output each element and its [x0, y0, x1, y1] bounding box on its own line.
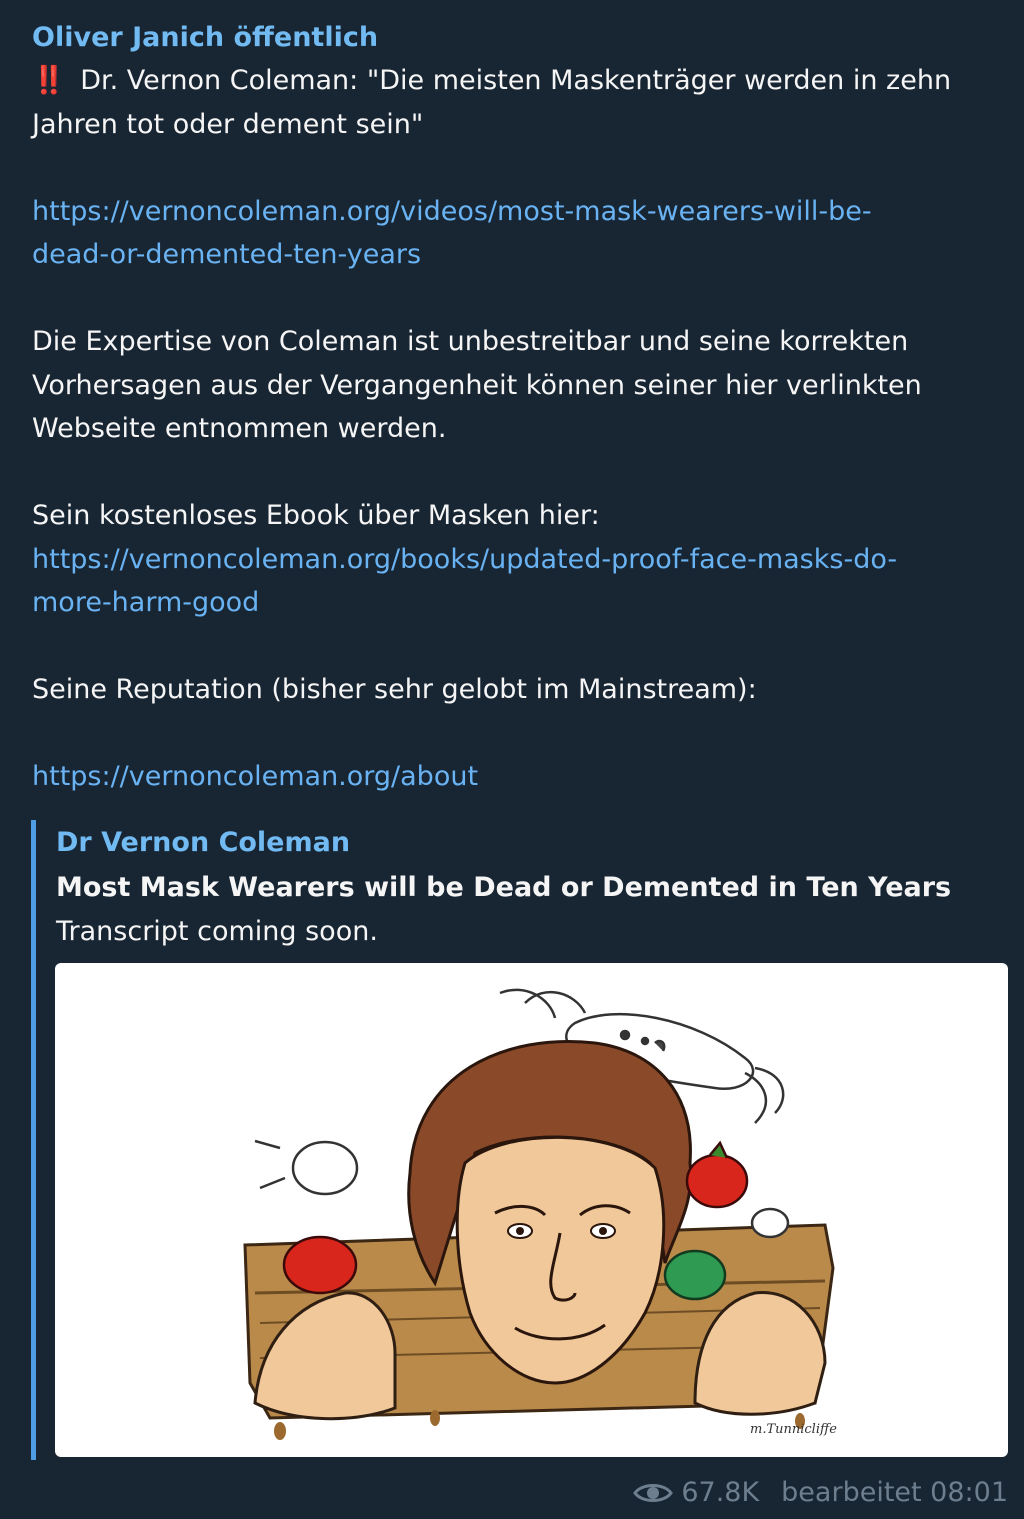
expertise-line-1: Die Expertise von Coleman ist unbestreit…: [32, 326, 909, 357]
expertise-line-3: Webseite entnommen werden.: [32, 413, 447, 444]
ebook-text: Sein kostenloses Ebook über Masken hier:: [32, 500, 600, 531]
view-count: 67.8K: [681, 1477, 760, 1508]
about-link[interactable]: https://vernoncoleman.org/about: [32, 761, 478, 792]
headline: ‼️ Dr. Vernon Coleman: "Die meisten Mask…: [32, 59, 1010, 103]
ebook-link-line-2[interactable]: more-harm-good: [32, 587, 259, 618]
eye-icon: [633, 1479, 674, 1507]
video-link-line-1[interactable]: https://vernoncoleman.org/videos/most-ma…: [32, 196, 872, 227]
channel-message: Oliver Janich öffentlich ‼️ Dr. Vernon C…: [0, 0, 1024, 1519]
cabbage-drawing: [663, 1249, 727, 1301]
message-footer: 67.8K bearbeitet 08:01: [633, 1475, 1008, 1511]
video-link-line-2[interactable]: dead-or-demented-ten-years: [32, 239, 421, 270]
expertise-line-2: Vorhersagen aus der Vergangenheit können…: [32, 369, 922, 401]
artist-signature: m.Tunnicliffe: [750, 1422, 837, 1437]
preview-image[interactable]: m.Tunnicliffe: [55, 963, 1008, 1457]
headline-line-1: Dr. Vernon Coleman: "Die meisten Maskent…: [71, 65, 952, 96]
ebook-link[interactable]: https://vernoncoleman.org/books/updated-…: [32, 538, 1010, 625]
preview-site-name: Dr Vernon Coleman: [56, 827, 351, 858]
channel-name[interactable]: Oliver Janich öffentlich: [32, 16, 1010, 59]
reputation-text: Seine Reputation (bisher sehr gelobt im …: [32, 674, 757, 705]
double-exclamation-icon: ‼️: [32, 65, 66, 96]
headline-line-2: Jahren tot oder dement sein": [32, 108, 424, 140]
caricature-illustration: m.Tunnicliffe: [243, 988, 837, 1440]
link-preview[interactable]: Dr Vernon Coleman Most Mask Wearers will…: [31, 820, 1009, 1460]
preview-title: Most Mask Wearers will be Dead or Dement…: [56, 872, 952, 903]
preview-description: Transcript coming soon.: [56, 916, 378, 947]
video-link[interactable]: https://vernoncoleman.org/videos/most-ma…: [32, 190, 1010, 277]
edited-timestamp: bearbeitet 08:01: [781, 1477, 1008, 1508]
ebook-link-line-1[interactable]: https://vernoncoleman.org/books/updated-…: [32, 544, 897, 575]
